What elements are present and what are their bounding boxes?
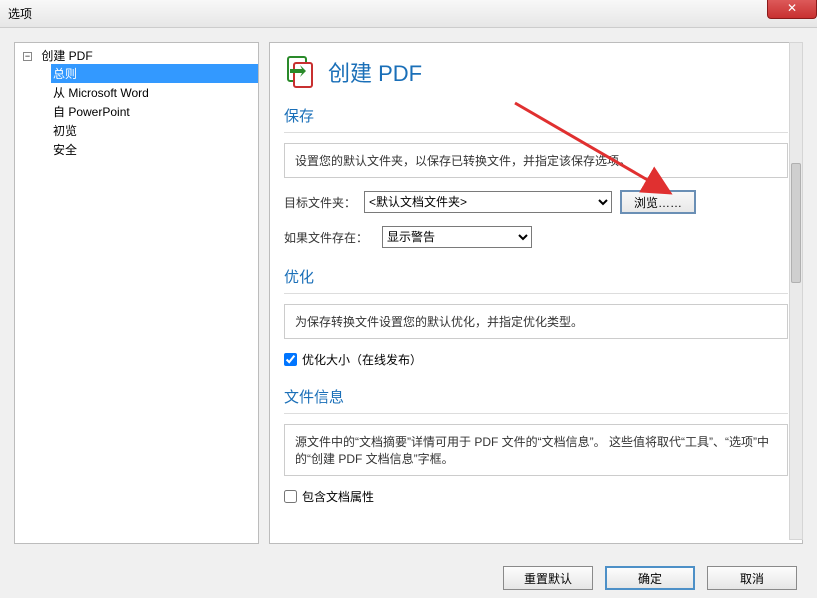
tree-collapse-icon[interactable]: − xyxy=(23,52,32,61)
include-docprops-label: 包含文档属性 xyxy=(302,488,374,505)
optimize-size-label: 优化大小（在线发布） xyxy=(302,351,422,368)
window-title: 选项 xyxy=(8,5,32,22)
dialog-footer: 重置默认 确定 取消 xyxy=(0,558,817,598)
save-section: 保存 设置您的默认文件夹，以保存已转换文件，并指定该保存选项。 目标文件夹： <… xyxy=(284,105,788,248)
fileinfo-description: 源文件中的“文档摘要”详情可用于 PDF 文件的“文档信息”。 这些值将取代“工… xyxy=(284,424,788,476)
if-exists-label: 如果文件存在： xyxy=(284,229,374,246)
optimize-section: 优化 为保存转换文件设置您的默认优化，并指定优化类型。 优化大小（在线发布） xyxy=(284,266,788,368)
include-docprops-row: 包含文档属性 xyxy=(284,488,788,505)
tree-item-general[interactable]: 总则 xyxy=(51,64,258,83)
vertical-scrollbar[interactable] xyxy=(789,42,803,540)
sidebar-tree: − 创建 PDF 总则 从 Microsoft Word 自 PowerPoin… xyxy=(14,42,259,544)
divider xyxy=(284,293,788,294)
cancel-button[interactable]: 取消 xyxy=(707,566,797,590)
fileinfo-section: 文件信息 源文件中的“文档摘要”详情可用于 PDF 文件的“文档信息”。 这些值… xyxy=(284,386,788,505)
titlebar: 选项 ✕ xyxy=(0,0,817,28)
tree-root-label[interactable]: 创建 PDF xyxy=(39,48,94,64)
close-icon: ✕ xyxy=(787,1,797,15)
tree-root: − 创建 PDF 总则 从 Microsoft Word 自 PowerPoin… xyxy=(15,47,258,159)
target-folder-row: 目标文件夹： <默认文档文件夹> 浏览…… xyxy=(284,190,788,214)
divider xyxy=(284,132,788,133)
target-folder-select[interactable]: <默认文档文件夹> xyxy=(364,191,612,213)
tree-item-preview[interactable]: 初览 xyxy=(51,121,258,140)
page-header: 创建 PDF xyxy=(284,55,788,89)
optimize-size-checkbox[interactable] xyxy=(284,353,297,366)
tree-item-msword[interactable]: 从 Microsoft Word xyxy=(51,83,258,102)
window-close-button[interactable]: ✕ xyxy=(767,0,817,19)
ok-button[interactable]: 确定 xyxy=(605,566,695,590)
page-title: 创建 PDF xyxy=(328,56,422,88)
tree-item-security[interactable]: 安全 xyxy=(51,140,258,159)
include-docprops-checkbox[interactable] xyxy=(284,490,297,503)
optimize-description: 为保存转换文件设置您的默认优化，并指定优化类型。 xyxy=(284,304,788,339)
scrollbar-thumb[interactable] xyxy=(791,163,801,283)
optimize-heading: 优化 xyxy=(284,266,788,287)
save-description: 设置您的默认文件夹，以保存已转换文件，并指定该保存选项。 xyxy=(284,143,788,178)
if-exists-row: 如果文件存在： 显示警告 xyxy=(284,226,788,248)
tree-children: 总则 从 Microsoft Word 自 PowerPoint 初览 安全 xyxy=(23,64,258,159)
optimize-size-row: 优化大小（在线发布） xyxy=(284,351,788,368)
divider xyxy=(284,413,788,414)
save-heading: 保存 xyxy=(284,105,788,126)
if-exists-select[interactable]: 显示警告 xyxy=(382,226,532,248)
content-area: − 创建 PDF 总则 从 Microsoft Word 自 PowerPoin… xyxy=(0,28,817,558)
tree-item-powerpoint[interactable]: 自 PowerPoint xyxy=(51,102,258,121)
fileinfo-heading: 文件信息 xyxy=(284,386,788,407)
reset-defaults-button[interactable]: 重置默认 xyxy=(503,566,593,590)
target-folder-label: 目标文件夹： xyxy=(284,194,356,211)
create-pdf-icon xyxy=(284,55,318,89)
main-panel: 创建 PDF 保存 设置您的默认文件夹，以保存已转换文件，并指定该保存选项。 目… xyxy=(269,42,803,544)
browse-button[interactable]: 浏览…… xyxy=(620,190,696,214)
